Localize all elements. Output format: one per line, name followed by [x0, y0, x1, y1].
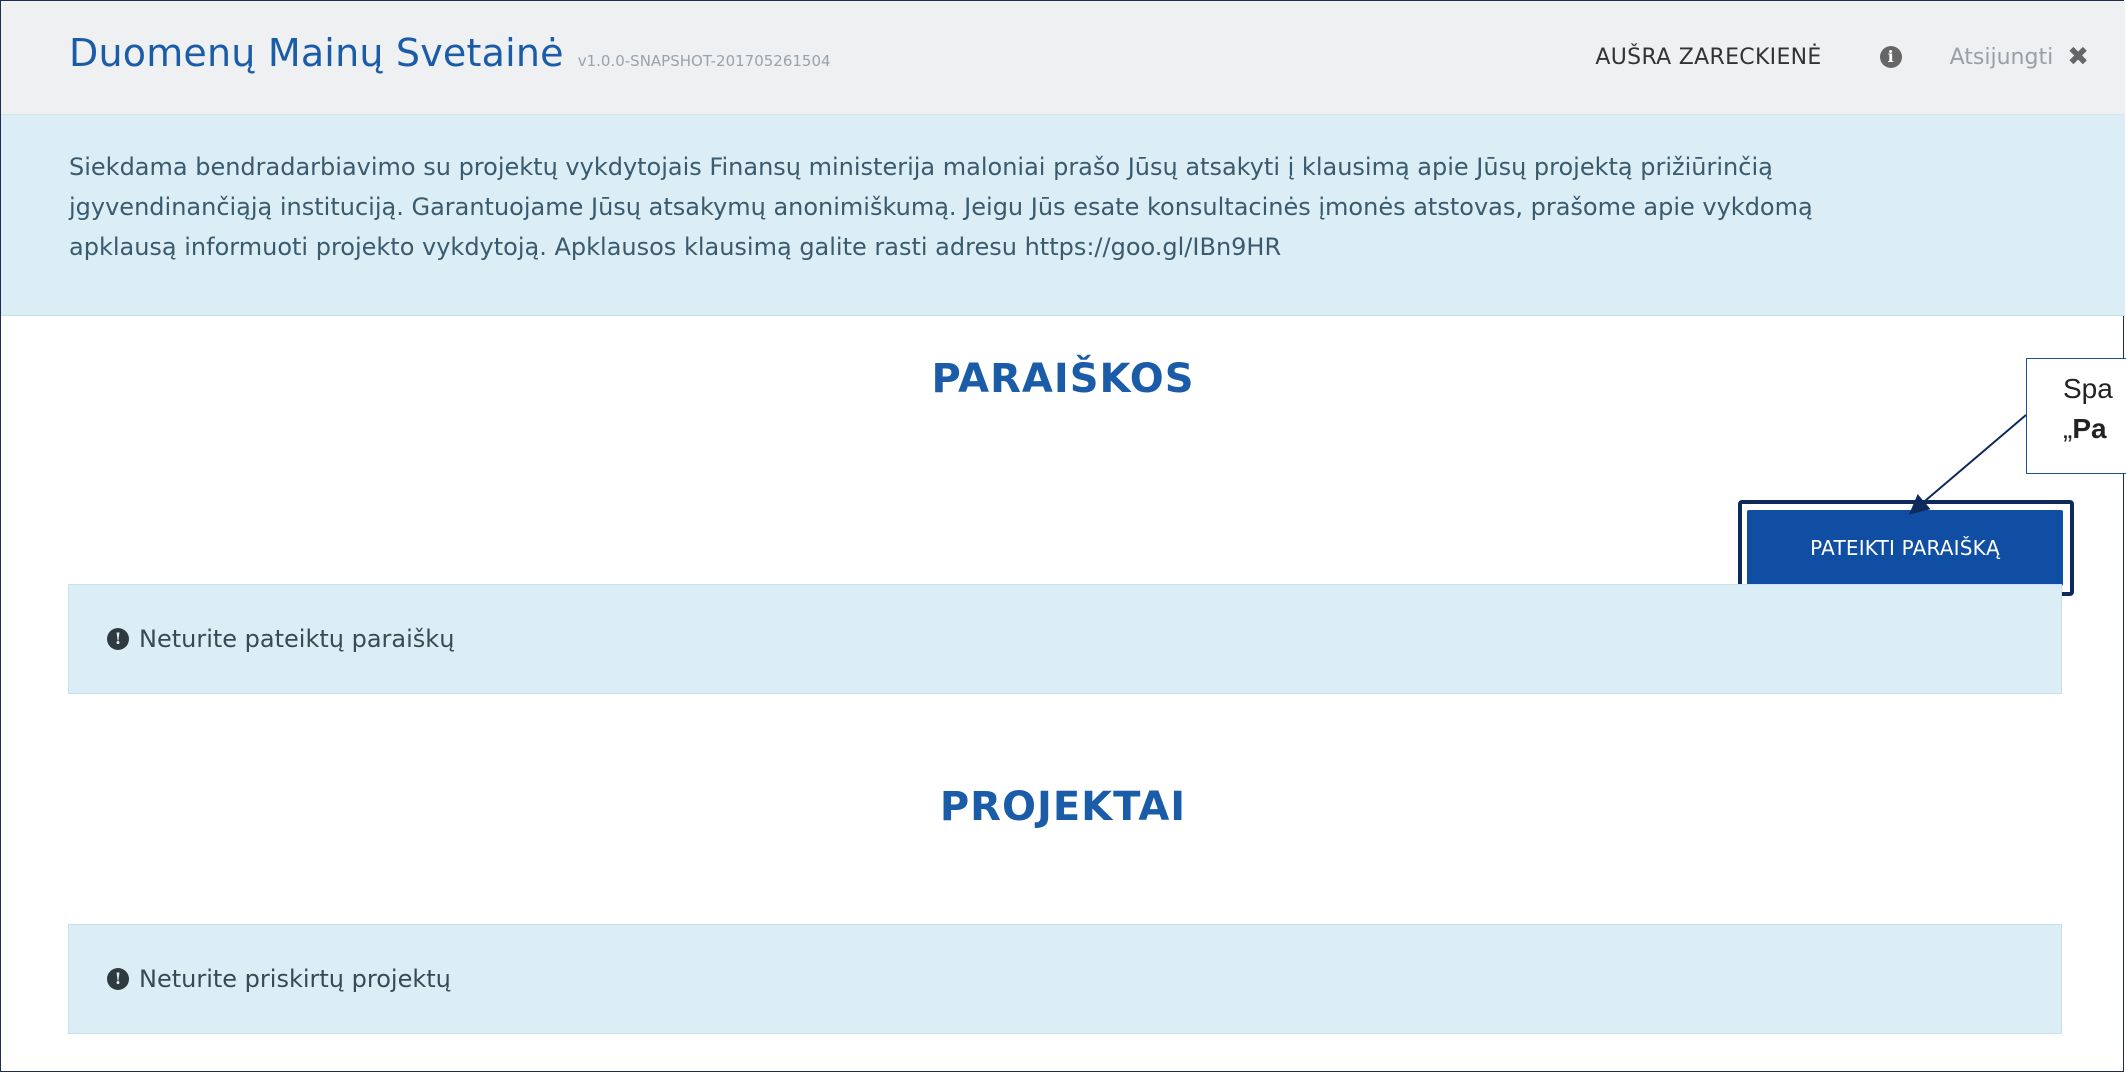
close-icon: ✖ [2067, 42, 2089, 72]
brand[interactable]: Duomenų Mainų Svetainė v1.0.0-SNAPSHOT-2… [69, 31, 831, 91]
no-applications-text: Neturite pateiktų paraiškų [139, 625, 455, 653]
info-circle-icon[interactable]: i [1879, 46, 1902, 68]
notice-text: Siekdama bendradarbiavimo su projektų vy… [69, 153, 1813, 261]
callout-line-2-prefix: „ [2063, 413, 2073, 444]
site-title[interactable]: Duomenų Mainų Svetainė [69, 31, 564, 75]
exclamation-circle-icon: ! [107, 968, 129, 990]
logout-label: Atsijungti [1949, 44, 2054, 70]
top-nav: AUŠRA ZARECKIENĖ i Atsijungti ✖ [1595, 35, 2125, 79]
survey-notice: Siekdama bendradarbiavimo su projektų vy… [1, 115, 2125, 316]
no-projects-alert: ! Neturite priskirtų projektų [68, 924, 2062, 1034]
top-navbar: Duomenų Mainų Svetainė v1.0.0-SNAPSHOT-2… [1, 1, 2125, 115]
callout-line-2-bold: Pa [2072, 413, 2107, 444]
no-applications-alert: ! Neturite pateiktų paraiškų [68, 584, 2062, 694]
exclamation-circle-icon: ! [107, 628, 129, 650]
annotation-callout: Spa „Pa [2026, 358, 2126, 474]
logout-link[interactable]: Atsijungti ✖ [1950, 42, 2089, 72]
applications-title: PARAIŠKOS [931, 356, 1195, 402]
submit-application-button[interactable]: PATEIKTI PARAIŠKĄ [1747, 510, 2063, 586]
callout-line-1: Spa [2063, 373, 2113, 404]
user-name[interactable]: AUŠRA ZARECKIENĖ [1595, 45, 1821, 70]
version-label: v1.0.0-SNAPSHOT-201705261504 [577, 52, 831, 70]
projects-title: PROJEKTAI [939, 784, 1187, 830]
no-projects-text: Neturite priskirtų projektų [139, 965, 451, 993]
